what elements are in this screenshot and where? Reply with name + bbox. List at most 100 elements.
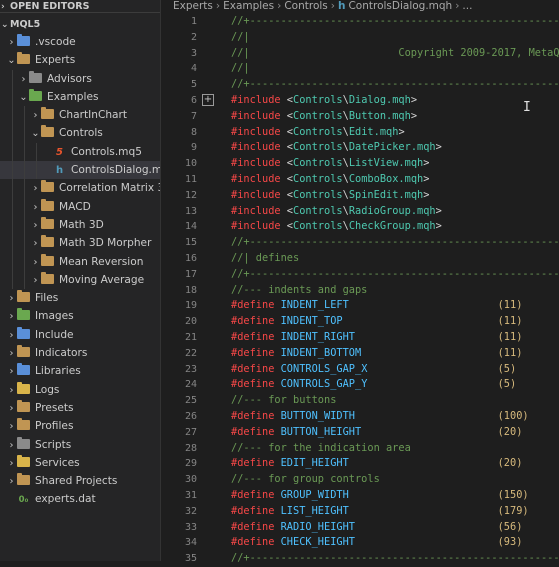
- code-line[interactable]: #define CHECK_HEIGHT (93): [231, 535, 559, 551]
- code-token: <: [280, 125, 294, 138]
- open-editors-header[interactable]: › OPEN EDITORS: [0, 0, 161, 18]
- code-token: //+-------------------------------------…: [231, 267, 559, 280]
- code-line[interactable]: #define INDENT_RIGHT (11): [231, 330, 559, 346]
- code-line[interactable]: //--- for the indication area: [231, 441, 559, 457]
- breadcrumb-item-file[interactable]: ControlsDialog.mqh: [348, 0, 452, 12]
- code-line[interactable]: #define INDENT_TOP (11): [231, 314, 559, 330]
- tree-item[interactable]: › Math 3D: [0, 215, 161, 235]
- breadcrumb-item-examples[interactable]: Examples: [223, 0, 274, 12]
- code-line[interactable]: #define LIST_HEIGHT (179): [231, 504, 559, 520]
- code-line[interactable]: #include <Controls\Dialog.mqh>: [231, 93, 559, 109]
- code-line[interactable]: #include <Controls\Edit.mqh>: [231, 125, 559, 141]
- tree-item[interactable]: ⌄ Examples: [0, 87, 161, 107]
- code-line[interactable]: //| |: [231, 30, 559, 46]
- line-number: 19: [184, 300, 197, 312]
- line-number: 29: [184, 458, 197, 470]
- chevron-right-icon: ›: [9, 37, 14, 48]
- code-line[interactable]: #define CONTROLS_GAP_Y (5): [231, 377, 559, 393]
- code-line[interactable]: //| defines |: [231, 251, 559, 267]
- tree-item[interactable]: › Correlation Matrix 3D: [0, 179, 161, 198]
- code-line[interactable]: //--- for group controls: [231, 472, 559, 488]
- line-number: 4: [190, 63, 197, 75]
- tree-item-label: Correlation Matrix 3D: [59, 182, 161, 195]
- fold-expand-icon[interactable]: +: [202, 94, 214, 106]
- tree-item[interactable]: › Indicators: [0, 344, 161, 362]
- tree-item[interactable]: › Profiles: [0, 417, 161, 435]
- tree-item[interactable]: › ChartInChart: [0, 106, 161, 125]
- code-line[interactable]: //+-------------------------------------…: [231, 14, 559, 30]
- tree-item-label: Math 3D Morpher: [59, 237, 152, 250]
- code-line[interactable]: //--- for buttons: [231, 393, 559, 409]
- code-line[interactable]: #include <Controls\SpinEdit.mqh>: [231, 188, 559, 204]
- code-line[interactable]: #include <Controls\CheckGroup.mqh>: [231, 219, 559, 235]
- breadcrumb-item-experts[interactable]: Experts: [173, 0, 213, 12]
- tree-item[interactable]: h ControlsDialog.mqh: [0, 161, 161, 180]
- tree-item[interactable]: 5 Controls.mq5: [0, 142, 161, 162]
- tree-item[interactable]: ⌄ Controls: [0, 124, 161, 143]
- tree-item-label: .vscode: [35, 36, 76, 48]
- code-line[interactable]: //| Copyright 2009-2017, MetaQuotes Soft…: [231, 46, 559, 62]
- tree-item[interactable]: › Include: [0, 326, 161, 344]
- indent-guide: [12, 252, 13, 271]
- code-token: Controls: [293, 157, 343, 170]
- tree-item[interactable]: › Shared Projects: [0, 472, 161, 490]
- line-number: 8: [190, 126, 197, 138]
- folder-icon: [17, 381, 30, 394]
- code-token: <: [280, 204, 294, 217]
- code-line[interactable]: #include <Controls\DatePicker.mqh>: [231, 140, 559, 156]
- folder-icon: [17, 436, 30, 449]
- tree-item[interactable]: ⌄ Experts: [0, 51, 161, 69]
- tree-item[interactable]: › Services: [0, 454, 161, 472]
- code-line[interactable]: #include <Controls\RadioGroup.mqh>: [231, 204, 559, 220]
- breadcrumb-more[interactable]: ...: [462, 0, 472, 12]
- code-line[interactable]: //| |: [231, 61, 559, 77]
- code-token: Edit.mqh: [348, 125, 399, 138]
- code-token: #include: [231, 204, 281, 217]
- code-line[interactable]: //+-------------------------------------…: [231, 77, 559, 93]
- code-line[interactable]: #define GROUP_WIDTH (150): [231, 488, 559, 504]
- code-line[interactable]: #include <Controls\ComboBox.mqh>: [231, 172, 559, 188]
- code-line[interactable]: //--- indents and gaps: [231, 283, 559, 299]
- code-line[interactable]: #define BUTTON_WIDTH (100): [231, 409, 559, 425]
- chevron-right-icon: ›: [9, 476, 14, 488]
- code-line[interactable]: #include <Controls\ListView.mqh>: [231, 156, 559, 172]
- tree-item[interactable]: › .vscode: [0, 33, 161, 51]
- code-token: //--- for buttons: [231, 394, 337, 407]
- code-line[interactable]: //+-------------------------------------…: [231, 267, 559, 283]
- code-line[interactable]: #define INDENT_BOTTOM (11): [231, 346, 559, 362]
- code-line[interactable]: #define EDIT_HEIGHT (20): [231, 456, 559, 472]
- code-token: #define: [231, 425, 275, 438]
- code-area[interactable]: //+-------------------------------------…: [231, 14, 559, 567]
- chevron-right-icon: ›: [9, 439, 14, 451]
- code-token: #include: [231, 172, 281, 185]
- tree-item[interactable]: › MACD: [0, 197, 161, 216]
- chevron-down-icon: ⌄: [31, 128, 40, 140]
- tree-item[interactable]: › Scripts: [0, 436, 161, 454]
- tree-item[interactable]: › Math 3D Morpher: [0, 234, 161, 253]
- code-line[interactable]: #define CONTROLS_GAP_X (5): [231, 362, 559, 378]
- breadcrumb-item-controls[interactable]: Controls: [284, 0, 327, 12]
- code-line[interactable]: #define BUTTON_HEIGHT (20): [231, 425, 559, 441]
- code-line[interactable]: #define INDENT_LEFT (11): [231, 298, 559, 314]
- code-token: BUTTON_HEIGHT: [280, 425, 362, 438]
- code-line[interactable]: //+-------------------------------------…: [231, 551, 559, 567]
- code-line[interactable]: #include <Controls\Button.mqh>: [231, 109, 559, 125]
- code-token: ComboBox.mqh: [348, 172, 424, 185]
- code-token: <: [280, 93, 294, 106]
- code-line[interactable]: #define RADIO_HEIGHT (56): [231, 520, 559, 536]
- tree-item[interactable]: › Presets: [0, 399, 161, 417]
- tree-item[interactable]: › Images: [0, 307, 161, 325]
- tree-item[interactable]: › Libraries: [0, 362, 161, 380]
- tree-item[interactable]: › Logs: [0, 381, 161, 399]
- code-token: INDENT_BOTTOM: [280, 346, 362, 359]
- tree-item[interactable]: › Mean Reversion: [0, 252, 161, 271]
- tree-item[interactable]: › Moving Average: [0, 270, 161, 290]
- tree-item[interactable]: › Files: [0, 289, 161, 307]
- tree-item[interactable]: › Advisors: [0, 69, 161, 88]
- indent-guide: [12, 106, 13, 125]
- tree-item[interactable]: 0₀ experts.dat: [0, 490, 161, 508]
- tree-item-label: ControlsDialog.mqh: [71, 164, 161, 177]
- code-line[interactable]: //+-------------------------------------…: [231, 235, 559, 251]
- tree-item-label: Controls.mq5: [71, 145, 142, 158]
